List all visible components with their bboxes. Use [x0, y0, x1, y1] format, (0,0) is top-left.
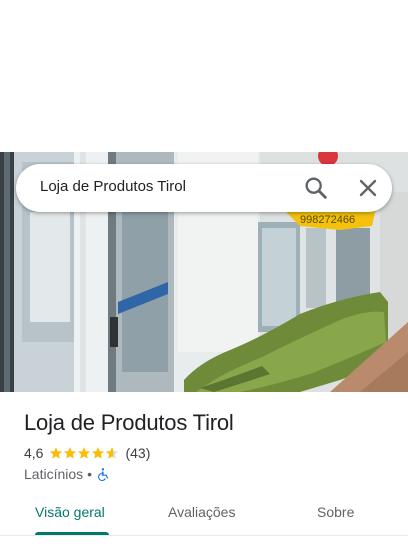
category-label[interactable]: Laticínios: [24, 466, 83, 482]
tabs-divider: [0, 535, 408, 536]
wheelchair-accessible-icon: [98, 468, 109, 481]
review-count[interactable]: (43): [125, 445, 150, 461]
star-half-icon: [106, 447, 119, 459]
star-icon: [64, 447, 77, 459]
close-icon[interactable]: [354, 174, 382, 202]
place-title: Loja de Produtos Tirol: [24, 410, 234, 435]
star-rating: [49, 446, 119, 460]
place-tabs: Visão geral Avaliações Sobre: [0, 494, 408, 538]
tab-overview[interactable]: Visão geral: [35, 504, 105, 520]
map-area-blank: [0, 0, 408, 152]
separator-dot: •: [87, 466, 93, 482]
tab-reviews[interactable]: Avaliações: [168, 504, 235, 520]
star-icon: [50, 447, 63, 459]
search-icon[interactable]: [302, 174, 330, 202]
search-input[interactable]: Loja de Produtos Tirol: [40, 178, 186, 195]
search-bar[interactable]: Loja de Produtos Tirol: [16, 164, 392, 212]
rating-row[interactable]: 4,6 (43): [24, 445, 150, 461]
sign-phone-text: 998272466: [300, 214, 355, 226]
tab-about[interactable]: Sobre: [317, 504, 354, 520]
star-icon: [92, 447, 105, 459]
rating-value: 4,6: [24, 445, 44, 461]
category-row: Laticínios •: [24, 465, 110, 483]
star-icon: [78, 447, 91, 459]
